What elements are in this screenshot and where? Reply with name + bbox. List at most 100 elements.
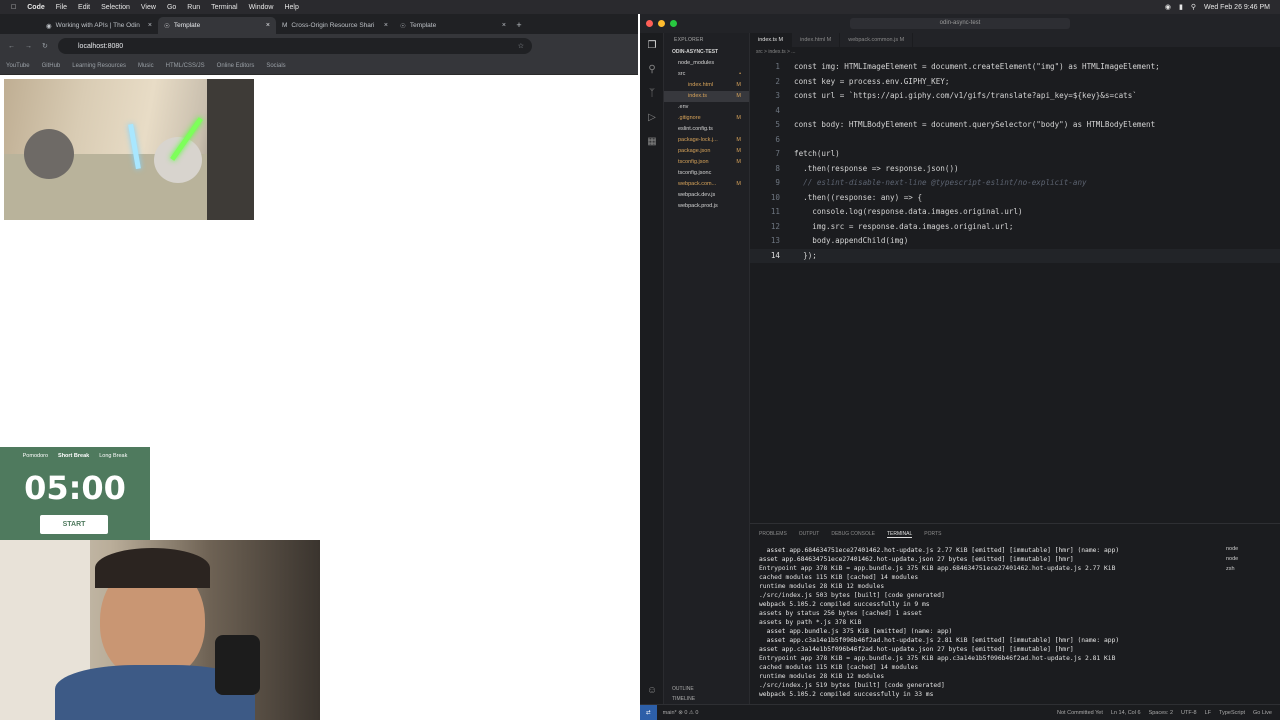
terminal-session-zsh[interactable]: zsh [1218, 564, 1280, 574]
bookmark-learning[interactable]: Learning Resources [72, 63, 126, 69]
code-line[interactable]: 12 img.src = response.data.images.origin… [750, 220, 1280, 235]
editor-tab-index-html[interactable]: index.html M [792, 33, 841, 47]
language-mode[interactable]: TypeScript [1219, 710, 1245, 716]
file-tree-item[interactable]: webpack.prod.js [664, 201, 749, 212]
terminal-session-node[interactable]: node [1218, 554, 1280, 564]
file-tree-item[interactable]: .env [664, 102, 749, 113]
apple-icon[interactable]:  [11, 4, 16, 11]
close-icon[interactable]: × [384, 22, 388, 29]
file-tree-item[interactable]: tsconfig.json M [664, 157, 749, 168]
files-icon[interactable]: ❐ [640, 33, 664, 57]
tab-problems[interactable]: PROBLEMS [759, 531, 787, 537]
tab-debug-console[interactable]: DEBUG CONSOLE [831, 531, 875, 537]
bookmark-socials[interactable]: Socials [266, 63, 285, 69]
menu-code[interactable]: Code [27, 4, 45, 11]
editor-tab-index-ts[interactable]: index.ts M [750, 33, 793, 47]
bookmark-music[interactable]: Music [138, 63, 154, 69]
browser-tab-template-active[interactable]: ☉ Template × [158, 17, 276, 34]
file-tree-item[interactable]: package-lock.j... M [664, 135, 749, 146]
code-line[interactable]: 6 [750, 133, 1280, 148]
file-tree-item[interactable]: package.json M [664, 146, 749, 157]
bookmark-editors[interactable]: Online Editors [217, 63, 255, 69]
mode-pomodoro[interactable]: Pomodoro [23, 453, 48, 459]
tab-output[interactable]: OUTPUT [799, 531, 820, 537]
indent-status[interactable]: Spaces: 2 [1149, 710, 1173, 716]
bookmark-youtube[interactable]: YouTube [6, 63, 30, 69]
bookmark-htmlcss[interactable]: HTML/CSS/JS [166, 63, 205, 69]
browser-tab-cors[interactable]: M Cross-Origin Resource Shari × [276, 17, 394, 34]
code-line[interactable]: 13 body.appendChild(img) [750, 234, 1280, 249]
file-tree-item[interactable]: tsconfig.jsonc [664, 168, 749, 179]
breadcrumb[interactable]: src > index.ts > ... [756, 49, 795, 55]
editor-tab-webpack-common[interactable]: webpack.common.js M [840, 33, 914, 47]
cursor-position[interactable]: Ln 14, Col 6 [1111, 710, 1141, 716]
tab-ports[interactable]: PORTS [924, 531, 941, 537]
browser-tab-template[interactable]: ☉ Template × [394, 17, 512, 34]
terminal-output[interactable]: asset app.684634751ece27401462.hot-updat… [759, 546, 1209, 708]
menu-view[interactable]: View [141, 4, 156, 11]
extensions-icon[interactable]: ▦ [640, 129, 664, 153]
wifi-icon[interactable]: ◉ [1165, 3, 1171, 11]
menu-help[interactable]: Help [284, 4, 298, 11]
project-folder[interactable]: ODIN-ASYNC-TEST [664, 47, 749, 58]
code-line[interactable]: 14 }); [750, 248, 1280, 263]
close-icon[interactable]: × [148, 22, 152, 29]
code-line[interactable]: 7 fetch(url) [750, 147, 1280, 162]
minimize-window-icon[interactable] [658, 20, 665, 27]
code-line[interactable]: 11 console.log(response.data.images.orig… [750, 205, 1280, 220]
code-line[interactable]: 10 .then((response: any) => { [750, 191, 1280, 206]
menu-selection[interactable]: Selection [101, 4, 130, 11]
new-tab-button[interactable]: + [512, 17, 526, 34]
source-control-icon[interactable]: ᛉ [640, 81, 664, 105]
battery-icon[interactable]: ▮ [1179, 3, 1183, 11]
command-center-search[interactable]: odin-async-test [850, 18, 1070, 29]
file-tree-item[interactable]: index.ts M [664, 91, 749, 102]
code-line[interactable]: 1 const img: HTMLImageElement = document.… [750, 60, 1280, 75]
back-icon[interactable]: ← [8, 43, 15, 50]
reload-icon[interactable]: ↻ [42, 42, 48, 50]
forward-icon[interactable]: → [25, 43, 32, 50]
menu-terminal[interactable]: Terminal [211, 4, 237, 11]
bookmark-github[interactable]: GitHub [42, 63, 61, 69]
file-tree-item[interactable]: .gitignore M [664, 113, 749, 124]
zoom-window-icon[interactable] [670, 20, 677, 27]
mode-short-break[interactable]: Short Break [58, 453, 89, 459]
encoding-status[interactable]: UTF-8 [1181, 710, 1197, 716]
code-editor[interactable]: index.ts M index.html M webpack.common.j… [750, 33, 1280, 523]
menu-run[interactable]: Run [187, 4, 200, 11]
menu-window[interactable]: Window [249, 4, 274, 11]
search-icon[interactable]: ⚲ [1191, 3, 1196, 11]
address-bar[interactable]: localhost:8080 ☆ [58, 38, 532, 54]
menu-go[interactable]: Go [167, 4, 176, 11]
file-tree-item[interactable]: eslint.config.ts [664, 124, 749, 135]
outline-section[interactable]: OUTLINE [664, 686, 750, 696]
file-tree-item[interactable]: webpack.com... M [664, 179, 749, 190]
file-tree-item[interactable]: src • [664, 69, 749, 80]
start-button[interactable]: START [40, 515, 108, 534]
go-live-button[interactable]: Go Live [1253, 710, 1272, 716]
eol-status[interactable]: LF [1205, 710, 1211, 716]
mode-long-break[interactable]: Long Break [99, 453, 127, 459]
menu-file[interactable]: File [56, 4, 67, 11]
remote-icon[interactable]: ⇄ [640, 704, 657, 720]
bookmark-star-icon[interactable]: ☆ [518, 42, 524, 50]
menu-edit[interactable]: Edit [78, 4, 90, 11]
browser-tab-odin[interactable]: ◉ Working with APIs | The Odin × [40, 17, 158, 34]
search-icon[interactable]: ⚲ [640, 57, 664, 81]
file-tree-item[interactable]: index.html M [664, 80, 749, 91]
code-line[interactable]: 8 .then(response => response.json()) [750, 162, 1280, 177]
code-line[interactable]: 5 const body: HTMLBodyElement = document.… [750, 118, 1280, 133]
menubar-clock[interactable]: Wed Feb 26 9:46 PM [1204, 4, 1270, 11]
code-line[interactable]: 4 [750, 104, 1280, 119]
branch-status[interactable]: main* ⊗ 0 ⚠ 0 [663, 710, 699, 716]
tab-terminal[interactable]: TERMINAL [886, 531, 913, 538]
code-line[interactable]: 9 // eslint-disable-next-line @typescrip… [750, 176, 1280, 191]
close-icon[interactable]: × [502, 22, 506, 29]
blame-status[interactable]: Not Committed Yet [1057, 710, 1103, 716]
code-line[interactable]: 3 const url = `https://api.giphy.com/v1/g… [750, 89, 1280, 104]
close-window-icon[interactable] [646, 20, 653, 27]
code-line[interactable]: 2 const key = process.env.GIPHY_KEY; [750, 75, 1280, 90]
run-debug-icon[interactable]: ▷ [640, 105, 664, 129]
file-tree-item[interactable]: node_modules [664, 58, 749, 69]
terminal-session-node[interactable]: node [1218, 544, 1280, 554]
